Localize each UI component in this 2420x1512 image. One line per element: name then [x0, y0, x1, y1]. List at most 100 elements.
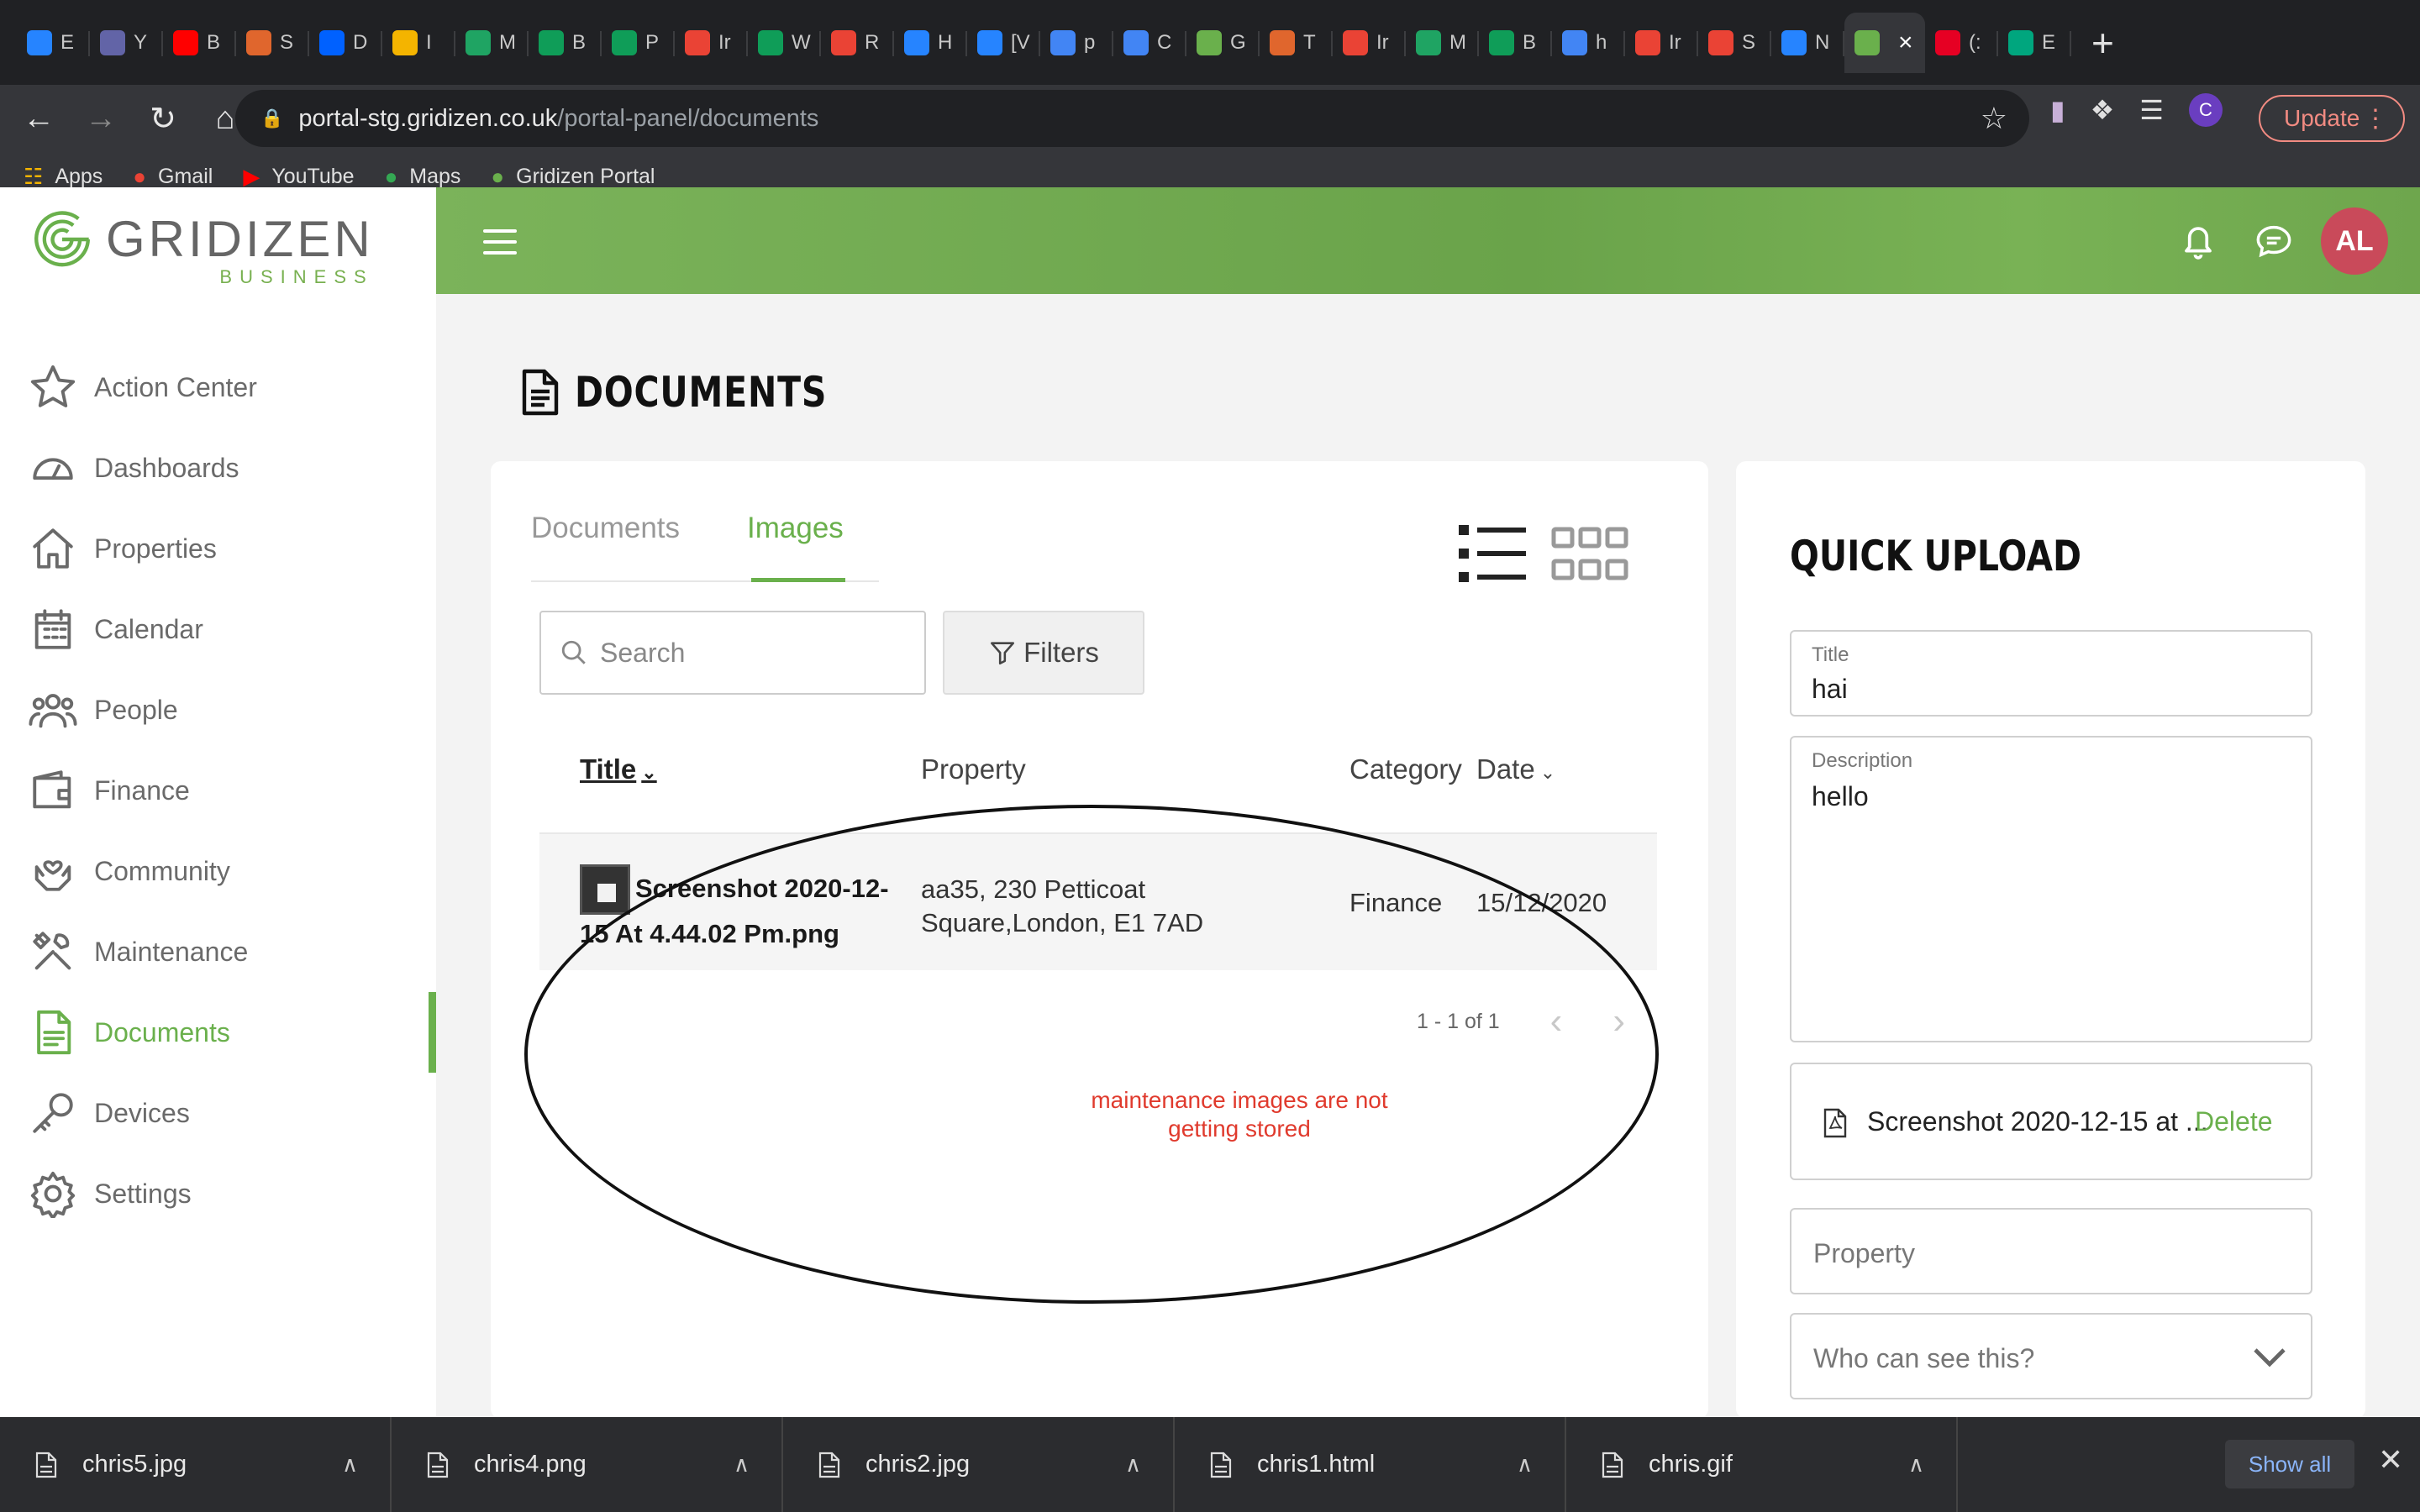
table-row[interactable]: Screenshot 2020-12-15 At 4.44.02 Pm.png …: [539, 834, 1657, 970]
browser-tab[interactable]: D: [309, 13, 382, 73]
chat-icon[interactable]: [2250, 218, 2297, 265]
browser-tab[interactable]: P: [602, 13, 675, 73]
new-tab-icon[interactable]: +: [2091, 20, 2114, 66]
sidebar-item-community[interactable]: Community: [0, 831, 436, 911]
media-queue-icon[interactable]: ☰: [2139, 94, 2164, 126]
browser-tab[interactable]: H: [894, 13, 967, 73]
sidebar-item-properties[interactable]: Properties: [0, 508, 436, 589]
browser-tab[interactable]: C: [1113, 13, 1186, 73]
bookmark-star-icon[interactable]: ☆: [1981, 101, 2007, 136]
column-title[interactable]: Title ⌄: [580, 753, 657, 785]
bookmark-item[interactable]: ☷ Apps: [24, 164, 103, 190]
extension-icon[interactable]: ▮: [2050, 94, 2065, 126]
sidebar-item-finance[interactable]: Finance: [0, 750, 436, 831]
browser-tab[interactable]: I: [382, 13, 455, 73]
update-button[interactable]: Update ⋮: [2259, 95, 2405, 142]
sidebar-item-documents[interactable]: Documents: [0, 992, 436, 1073]
sidebar-item-devices[interactable]: Devices: [0, 1073, 436, 1153]
browser-tab[interactable]: Ir: [1333, 13, 1406, 73]
browser-tab[interactable]: W: [748, 13, 821, 73]
show-all-button[interactable]: Show all: [2225, 1440, 2354, 1488]
filters-button[interactable]: Filters: [943, 611, 1144, 695]
bookmark-item[interactable]: ▶ YouTube: [243, 164, 354, 190]
house-icon: [33, 528, 73, 569]
user-avatar[interactable]: AL: [2321, 207, 2388, 275]
chevron-up-icon[interactable]: ∧: [734, 1452, 750, 1478]
sidebar-item-dashboards[interactable]: Dashboards: [0, 428, 436, 508]
sidebar-item-action-center[interactable]: Action Center: [0, 347, 436, 428]
browser-tab[interactable]: M: [1406, 13, 1479, 73]
browser-tab[interactable]: (:: [1925, 13, 1998, 73]
bookmark-item[interactable]: ● Gridizen Portal: [491, 164, 655, 190]
download-item[interactable]: chris5.jpg ∧: [0, 1417, 392, 1512]
browser-tab[interactable]: T: [1260, 13, 1333, 73]
sidebar-item-maintenance[interactable]: Maintenance: [0, 911, 436, 992]
browser-tab[interactable]: [V: [967, 13, 1040, 73]
browser-tab[interactable]: Ir: [675, 13, 748, 73]
search-field[interactable]: [539, 611, 926, 695]
browser-tab[interactable]: h: [1552, 13, 1625, 73]
tab-documents[interactable]: Documents: [531, 512, 680, 545]
browser-tab[interactable]: G: [1186, 13, 1260, 73]
update-label: Update: [2284, 105, 2360, 131]
browser-tab-label: T: [1303, 30, 1316, 54]
reload-icon[interactable]: ↻: [145, 100, 182, 138]
property-field[interactable]: Property: [1790, 1208, 2312, 1294]
chevron-up-icon[interactable]: ∧: [1125, 1452, 1141, 1478]
browser-tab[interactable]: R: [821, 13, 894, 73]
browser-tab[interactable]: ×: [1844, 12, 1925, 73]
sidebar-item-settings[interactable]: Settings: [0, 1153, 436, 1234]
close-tab-icon[interactable]: ×: [1898, 29, 1913, 57]
sidebar-item-calendar[interactable]: Calendar: [0, 589, 436, 669]
description-field[interactable]: Description hello: [1790, 736, 2312, 1042]
tools-icon: [33, 932, 71, 970]
browser-tab[interactable]: B: [1479, 13, 1552, 73]
browser-tab[interactable]: S: [1698, 13, 1771, 73]
browser-tab[interactable]: Y: [90, 13, 163, 73]
address-bar[interactable]: 🔒 portal-stg.gridizen.co.uk/portal-panel…: [235, 90, 2029, 147]
visibility-select[interactable]: Who can see this?: [1790, 1313, 2312, 1399]
gmail-icon: [685, 29, 710, 55]
browser-tab[interactable]: S: [236, 13, 309, 73]
profile-avatar[interactable]: C: [2188, 93, 2223, 127]
browser-tab[interactable]: M: [455, 13, 529, 73]
browser-tab[interactable]: B: [529, 13, 602, 73]
hamburger-menu-icon[interactable]: [483, 229, 517, 255]
browser-tab[interactable]: Ir: [1625, 13, 1698, 73]
browser-tab[interactable]: p: [1040, 13, 1113, 73]
bell-icon[interactable]: [2175, 218, 2222, 265]
chevron-left-icon[interactable]: ‹: [1550, 1000, 1563, 1042]
back-icon[interactable]: ←: [20, 101, 57, 137]
chevron-up-icon[interactable]: ∧: [342, 1452, 358, 1478]
chevron-right-icon[interactable]: ›: [1612, 1000, 1625, 1042]
browser-tab[interactable]: N: [1771, 13, 1844, 73]
puzzle-icon[interactable]: ❖: [2091, 94, 2115, 126]
chevron-up-icon[interactable]: ∧: [1908, 1452, 1924, 1478]
browser-tab[interactable]: E: [17, 13, 90, 73]
bookmark-item[interactable]: ● Gmail: [133, 164, 213, 190]
description-field-value[interactable]: hello: [1812, 781, 1869, 812]
close-icon[interactable]: ✕: [2378, 1442, 2403, 1478]
browser-tab[interactable]: E: [1998, 13, 2071, 73]
chevron-up-icon[interactable]: ∧: [1517, 1452, 1533, 1478]
download-item[interactable]: chris2.jpg ∧: [783, 1417, 1175, 1512]
pdf-file-icon: [1823, 1108, 1847, 1138]
search-input[interactable]: [600, 637, 902, 669]
title-field-label: Title: [1812, 643, 1849, 666]
title-field-value[interactable]: hai: [1812, 674, 1848, 705]
delete-file-link[interactable]: Delete: [2195, 1106, 2273, 1137]
list-view-icon[interactable]: [1459, 525, 1526, 582]
download-item[interactable]: chris.gif ∧: [1566, 1417, 1958, 1512]
row-title[interactable]: Screenshot 2020-12-15 At 4.44.02 Pm.png: [580, 866, 908, 957]
browser-tab[interactable]: B: [163, 13, 236, 73]
tab-images[interactable]: Images: [747, 512, 844, 545]
forward-icon[interactable]: →: [82, 101, 119, 137]
download-item[interactable]: chris1.html ∧: [1175, 1417, 1566, 1512]
bookmark-item[interactable]: ● Maps: [385, 164, 461, 190]
gridizen-logo[interactable]: GRIDIZEN BUSINESS: [25, 199, 374, 288]
grid-view-icon[interactable]: [1551, 527, 1628, 580]
title-field[interactable]: Title hai: [1790, 630, 2312, 717]
sidebar-item-people[interactable]: People: [0, 669, 436, 750]
download-item[interactable]: chris4.png ∧: [392, 1417, 783, 1512]
column-date[interactable]: Date ⌄: [1476, 753, 1555, 785]
